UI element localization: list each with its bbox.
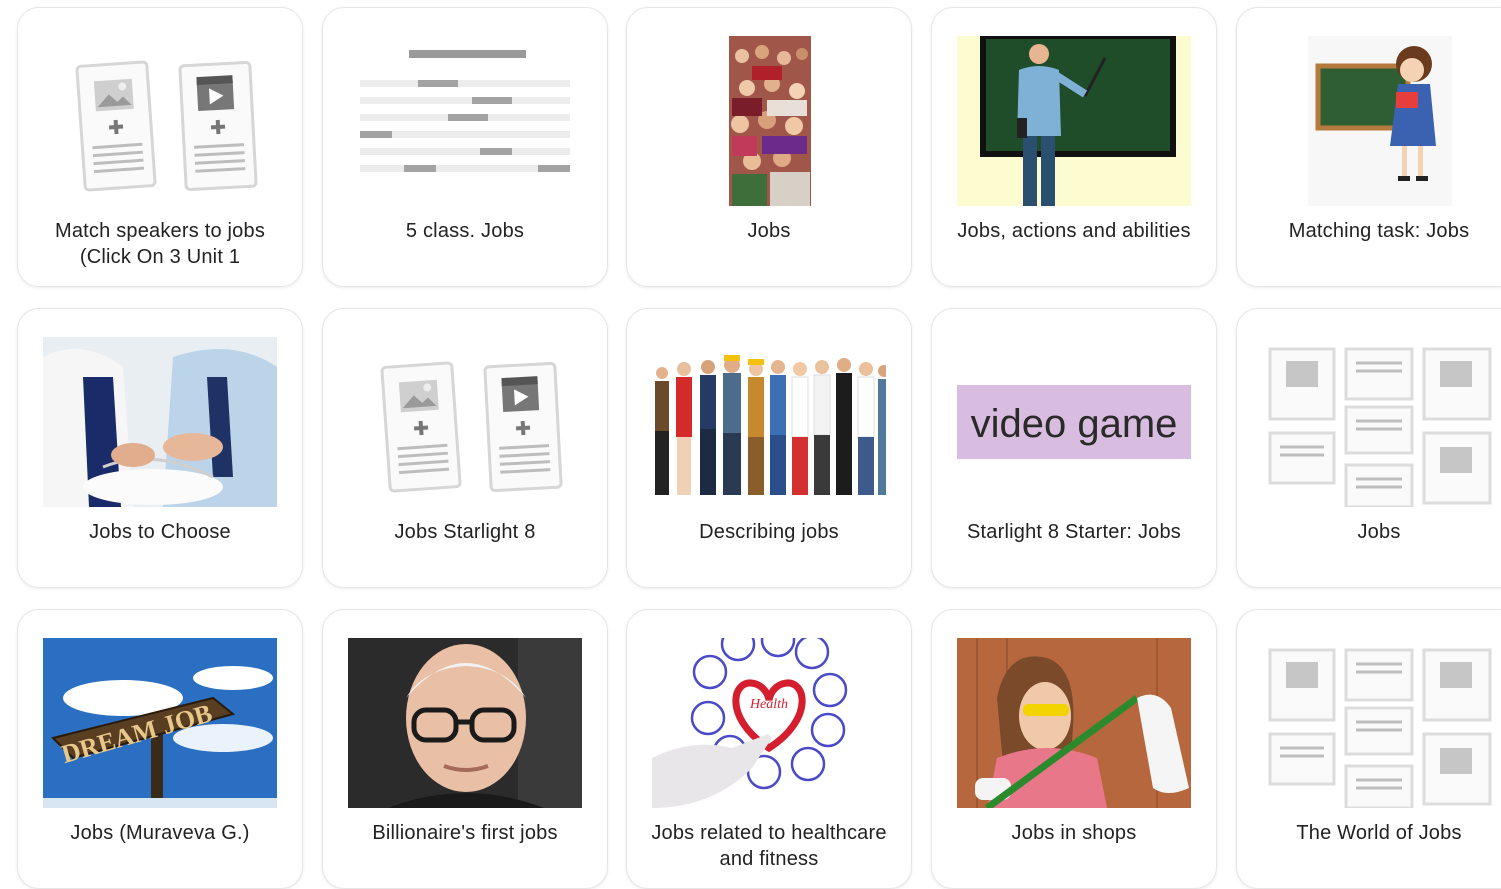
health-diagram-image: Health bbox=[652, 638, 886, 808]
card-title: Billionaire's first jobs bbox=[372, 822, 558, 844]
activity-card[interactable]: 5 class. Jobs bbox=[322, 7, 608, 287]
card-title: Match speakers to jobs (Click On 3 Unit … bbox=[54, 220, 266, 268]
activity-card[interactable]: Matching task: Jobs bbox=[1236, 7, 1501, 287]
activity-card[interactable]: Jobs Starlight 8 bbox=[322, 308, 608, 588]
crowd-photo bbox=[652, 36, 886, 206]
card-title: Describing jobs bbox=[699, 521, 839, 543]
card-title: Starlight 8 Starter: Jobs bbox=[967, 521, 1181, 543]
card-title: Matching task: Jobs bbox=[1288, 220, 1470, 242]
card-title: Jobs in shops bbox=[1011, 822, 1137, 844]
activity-card[interactable]: Jobs bbox=[626, 7, 912, 287]
activity-card[interactable]: Match speakers to jobs (Click On 3 Unit … bbox=[17, 7, 303, 287]
activity-card[interactable]: Billionaire's first jobs bbox=[322, 609, 608, 889]
placeholder-media-icon bbox=[348, 337, 582, 507]
placeholder-media-icon bbox=[43, 36, 277, 206]
card-title: Jobs bbox=[1357, 521, 1401, 543]
dream-job-sign-photo: DREAM JOB bbox=[43, 638, 277, 808]
card-title: Jobs bbox=[747, 220, 791, 242]
activity-card[interactable]: video game Starlight 8 Starter: Jobs bbox=[931, 308, 1217, 588]
activity-card[interactable]: Jobs in shops bbox=[931, 609, 1217, 889]
card-title: 5 class. Jobs bbox=[405, 220, 525, 242]
activity-card[interactable]: Describing jobs bbox=[626, 308, 912, 588]
card-title: Jobs Starlight 8 bbox=[394, 521, 536, 543]
activity-grid: Match speakers to jobs (Click On 3 Unit … bbox=[0, 0, 1501, 889]
activity-card[interactable]: DREAM JOB Jobs (Muraveva G.) bbox=[17, 609, 303, 889]
business-meeting-photo bbox=[43, 337, 277, 507]
placeholder-grid-icon bbox=[1262, 337, 1496, 507]
activity-card[interactable]: Jobs, actions and abilities bbox=[931, 7, 1217, 287]
workers-group-photo bbox=[652, 337, 886, 507]
activity-card[interactable]: Jobs bbox=[1236, 308, 1501, 588]
placeholder-grid-icon bbox=[1262, 638, 1496, 808]
activity-card[interactable]: Jobs to Choose bbox=[17, 308, 303, 588]
teacher-blackboard-illustration bbox=[957, 36, 1191, 206]
activity-card[interactable]: Health Jobs related to healthcare and fi… bbox=[626, 609, 912, 889]
health-text: Health bbox=[749, 697, 788, 712]
activity-card[interactable]: The World of Jobs bbox=[1236, 609, 1501, 889]
girl-teacher-illustration bbox=[1262, 36, 1496, 206]
placeholder-text-lines-icon bbox=[348, 36, 582, 206]
card-title: The World of Jobs bbox=[1296, 822, 1462, 844]
video-game-text: video game bbox=[971, 402, 1178, 446]
card-title: Jobs, actions and abilities bbox=[957, 220, 1191, 242]
card-title: Jobs related to healthcare and fitness bbox=[651, 822, 887, 870]
card-title: Jobs (Muraveva G.) bbox=[70, 822, 250, 844]
elderly-man-photo bbox=[348, 638, 582, 808]
card-title: Jobs to Choose bbox=[89, 521, 231, 543]
girl-with-mop-photo bbox=[957, 638, 1191, 808]
video-game-text-image: video game bbox=[957, 337, 1191, 507]
